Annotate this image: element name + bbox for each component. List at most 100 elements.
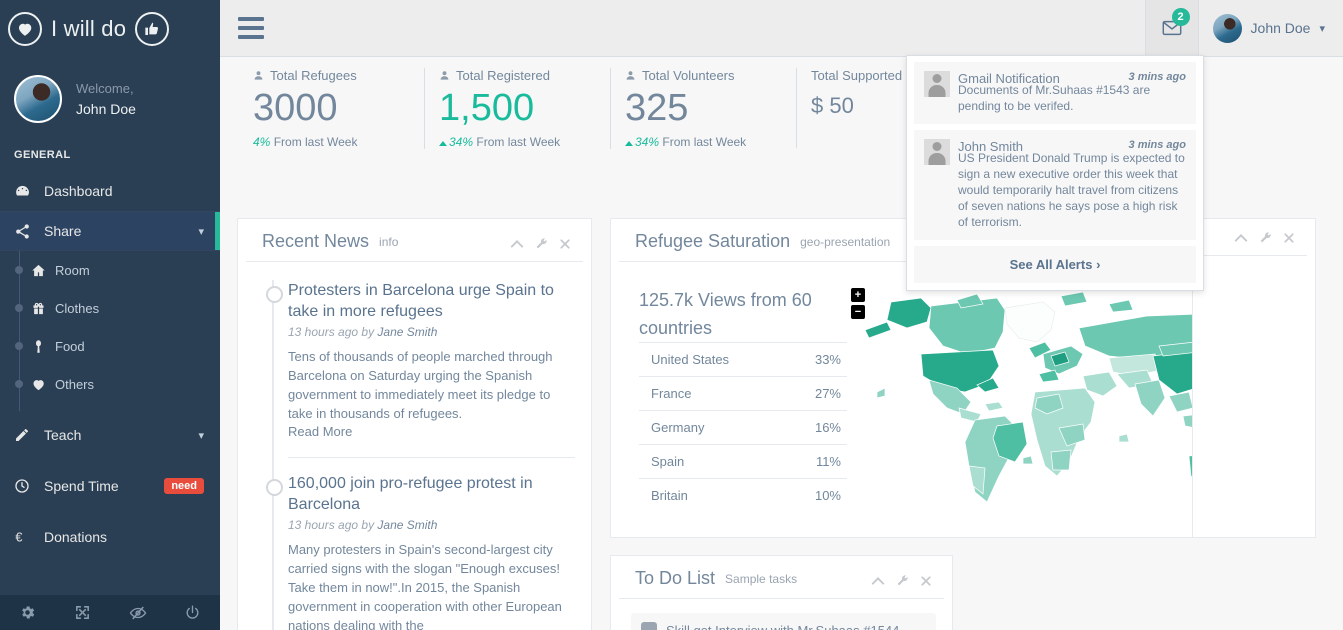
stat-percent: 4% [253, 135, 271, 149]
panel-tools [510, 237, 571, 252]
stat-label: Total Volunteers [642, 68, 735, 83]
sidebar-subitem-room[interactable]: Room [15, 251, 220, 289]
news-author: Jane Smith [377, 518, 438, 532]
caret-up-icon [625, 141, 633, 146]
panel-header: To Do List Sample tasks [619, 556, 944, 599]
caret-up-icon [439, 141, 447, 146]
sidebar-subitem-food[interactable]: Food [15, 327, 220, 365]
mail-count-badge: 2 [1171, 8, 1190, 26]
stat-percent: 34% [635, 135, 660, 149]
stat-tile-total-refugees: Total Refugees 3000 4% From last Week [238, 68, 424, 149]
notification-item[interactable]: John Smith 3 mins ago US President Donal… [914, 130, 1196, 240]
table-row: France 27% [639, 376, 847, 410]
stat-percent-suffix: From last Week [662, 135, 747, 149]
table-row: Germany 16% [639, 410, 847, 444]
sidebar-item-spend-time[interactable]: Spend Time need [0, 466, 220, 506]
active-accent-bar [215, 212, 220, 250]
nav-section-title: GENERAL [14, 149, 71, 161]
sidebar-subitem-label: Food [55, 338, 85, 354]
heart-icon [8, 11, 42, 46]
wrench-icon[interactable] [1259, 231, 1272, 244]
stat-tile-total-volunteers: Total Volunteers 325 34% From last Week [610, 68, 796, 149]
stat-value: 1,500 [439, 87, 535, 129]
panel-title: Recent News [262, 231, 370, 251]
zoom-out-button[interactable]: − [851, 305, 865, 319]
heart-icon [31, 377, 55, 392]
panel-subtitle: info [379, 235, 399, 249]
side-panel [1192, 218, 1316, 538]
user-menu[interactable]: John Doe ▾ [1199, 0, 1343, 56]
country-name: United States [651, 352, 730, 367]
power-icon[interactable] [165, 604, 220, 621]
stat-label-group: Total Refugees [253, 68, 424, 83]
wrench-icon[interactable] [896, 574, 909, 587]
sidebar-subitem-clothes[interactable]: Clothes [15, 289, 220, 327]
user-icon [439, 69, 450, 82]
chevron-down-icon: ▾ [198, 225, 204, 238]
close-icon[interactable] [1283, 232, 1295, 244]
see-all-alerts-label: See All Alerts [1009, 257, 1093, 272]
news-title[interactable]: 160,000 join pro-refugee protest in Barc… [288, 473, 575, 515]
checkbox[interactable] [641, 622, 657, 630]
sidebar-item-dashboard[interactable]: Dashboard [0, 171, 220, 211]
read-more-link[interactable]: Read More [288, 424, 352, 439]
list-item[interactable]: Skill get Interview with Mr.Suhaas #1544 [631, 613, 936, 630]
sidebar-item-share[interactable]: Share ▾ [0, 211, 220, 251]
see-all-alerts-button[interactable]: See All Alerts › [914, 246, 1196, 283]
news-title[interactable]: Protesters in Barcelona urge Spain to ta… [288, 280, 575, 322]
sidebar-subitem-others[interactable]: Others [15, 365, 220, 403]
avatar [1212, 13, 1242, 43]
notification-message: Documents of Mr.Suhaas #1543 are pending… [958, 83, 1151, 113]
sidebar-item-label: Donations [44, 529, 108, 545]
news-meta: 13 hours ago by Jane Smith [288, 518, 575, 532]
envelope-icon[interactable]: 2 [1144, 0, 1199, 56]
stat-label-group: Total Volunteers [625, 68, 796, 83]
stat-percent-suffix: From last Week [273, 135, 358, 149]
sidebar-item-teach[interactable]: Teach ▾ [0, 415, 220, 455]
sidebar-subitem-label: Others [55, 376, 95, 392]
stat-label-group: Total Registered [439, 68, 610, 83]
stat-label: Total Supported [811, 68, 903, 83]
panel-header [1201, 219, 1307, 256]
stat-percent: 34% [449, 135, 474, 149]
panel-header: Recent News info [246, 219, 583, 262]
thumbs-up-icon [135, 11, 170, 46]
list-item: Protesters in Barcelona urge Spain to ta… [266, 280, 575, 457]
sidebar-item-donations[interactable]: € Donations [0, 517, 220, 557]
news-text: Tens of thousands of people marched thro… [288, 349, 553, 421]
brand-logo[interactable]: I will do [0, 0, 220, 57]
country-name: Britain [651, 488, 688, 503]
chevron-up-icon[interactable] [1234, 233, 1248, 243]
table-row: Britain 10% [639, 478, 847, 512]
todo-task-label: Skill get Interview with Mr.Suhaas #1544 [666, 622, 900, 630]
avatar [924, 71, 950, 97]
gift-icon [31, 301, 55, 316]
news-meta: 13 hours ago by Jane Smith [288, 325, 575, 339]
clock-icon [14, 478, 36, 494]
fullscreen-icon[interactable] [55, 604, 110, 621]
chevron-right-icon: › [1096, 257, 1101, 272]
news-time: 13 hours ago by [288, 325, 375, 339]
zoom-in-button[interactable]: + [851, 288, 865, 302]
close-icon[interactable] [920, 575, 932, 587]
gear-icon[interactable] [0, 604, 55, 621]
country-percent: 10% [814, 488, 841, 503]
user-icon [253, 69, 264, 82]
brand-title: I will do [51, 15, 127, 41]
topnav-user-name: John Doe [1250, 20, 1311, 36]
panel-subtitle: geo-presentation [800, 235, 891, 249]
chevron-up-icon[interactable] [510, 239, 524, 249]
chevron-up-icon[interactable] [871, 576, 885, 586]
wrench-icon[interactable] [535, 237, 548, 250]
close-icon[interactable] [559, 238, 571, 250]
sidebar-item-label: Spend Time [44, 478, 119, 494]
panel-tools [1234, 231, 1295, 246]
euro-icon: € [14, 529, 36, 545]
eye-slash-icon[interactable] [110, 604, 165, 622]
country-percent: 11% [815, 454, 841, 469]
chevron-down-icon: ▾ [1319, 22, 1325, 35]
hamburger-icon[interactable] [238, 17, 264, 39]
sidebar-subitem-label: Room [55, 262, 90, 278]
pencil-icon [14, 427, 36, 443]
notification-item[interactable]: Gmail Notification 3 mins ago Documents … [914, 62, 1196, 124]
